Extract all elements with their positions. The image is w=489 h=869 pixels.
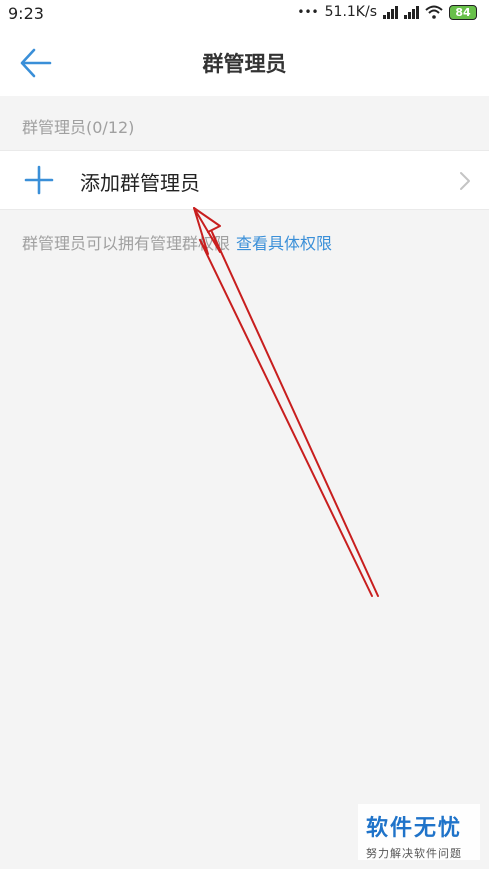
status-bar: 9:23 ••• 51.1K/s 84: [0, 0, 489, 30]
watermark-subtitle: 努力解决软件问题: [366, 847, 462, 860]
permission-hint: 群管理员可以拥有管理群权限 查看具体权限: [22, 230, 332, 254]
hint-text: 群管理员可以拥有管理群权限: [22, 234, 231, 253]
add-admin-row[interactable]: 添加群管理员: [0, 150, 489, 210]
section-label-admin-count: 群管理员(0/12): [22, 118, 135, 137]
wifi-icon: [425, 5, 443, 19]
network-speed: 51.1K/s: [324, 4, 377, 20]
signal-icon: [383, 5, 398, 19]
status-indicators: ••• 51.1K/s 84: [297, 4, 477, 20]
plus-icon: [24, 165, 54, 195]
status-time: 9:23: [8, 4, 44, 23]
chevron-right-icon: [460, 172, 470, 190]
view-permissions-link[interactable]: 查看具体权限: [236, 234, 332, 253]
watermark: 软件无忧 努力解决软件问题: [358, 804, 480, 860]
signal-icon-2: [404, 5, 419, 19]
nav-bar: 群管理员: [0, 30, 489, 96]
battery-indicator: 84: [449, 4, 477, 20]
dots-icon: •••: [297, 5, 319, 19]
watermark-title: 软件无忧: [366, 816, 463, 841]
add-admin-label: 添加群管理员: [80, 171, 200, 195]
page-title: 群管理员: [202, 52, 287, 76]
